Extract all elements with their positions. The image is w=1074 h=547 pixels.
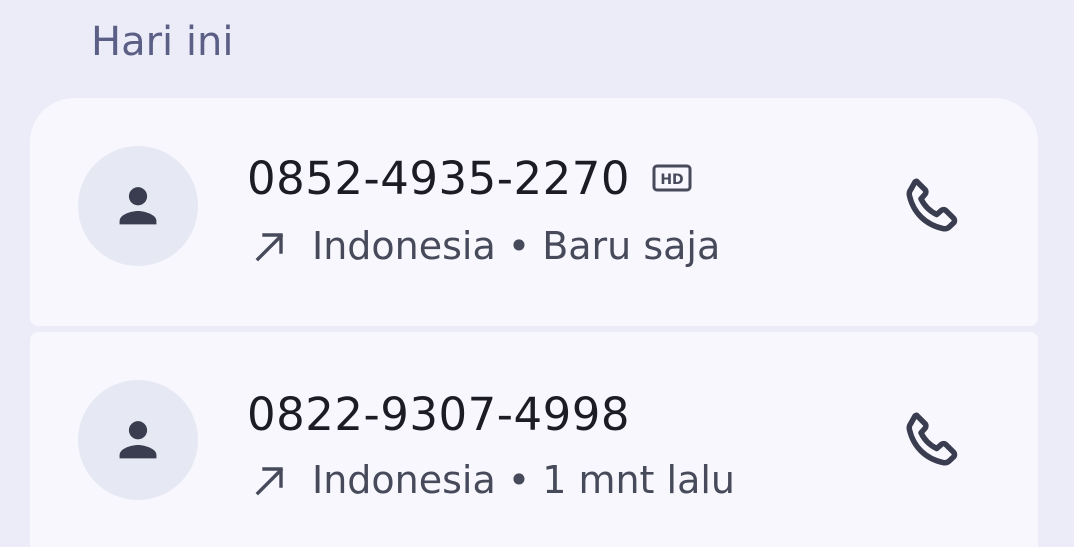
call-back-button[interactable] bbox=[892, 400, 972, 480]
call-log-item[interactable]: 0822-9307-4998 Indonesia • 1 mnt lalu bbox=[30, 332, 1038, 547]
avatar[interactable] bbox=[78, 380, 198, 500]
call-log-list: 0852-4935-2270 HD Indonesia • Baru saja bbox=[30, 98, 1038, 547]
caller-number: 0852-4935-2270 bbox=[247, 151, 631, 205]
person-icon bbox=[119, 187, 157, 225]
avatar[interactable] bbox=[78, 146, 198, 266]
caller-number: 0822-9307-4998 bbox=[247, 387, 631, 441]
separator-dot: • bbox=[507, 224, 531, 268]
call-time: Baru saja bbox=[542, 224, 721, 268]
phone-icon bbox=[906, 412, 958, 466]
outgoing-arrow-icon bbox=[255, 233, 284, 262]
outgoing-arrow-icon bbox=[255, 467, 284, 496]
call-details: Indonesia • Baru saja bbox=[250, 218, 720, 274]
call-location: Indonesia bbox=[312, 458, 496, 502]
caller-number-row: 0822-9307-4998 bbox=[247, 384, 630, 444]
call-details: Indonesia • 1 mnt lalu bbox=[250, 452, 735, 508]
call-time: 1 mnt lalu bbox=[542, 458, 736, 502]
person-icon bbox=[119, 421, 157, 459]
caller-number-row: 0852-4935-2270 HD bbox=[247, 148, 692, 208]
call-log-item[interactable]: 0852-4935-2270 HD Indonesia • Baru saja bbox=[30, 98, 1038, 326]
hd-badge-icon: HD bbox=[652, 164, 692, 192]
call-location: Indonesia bbox=[312, 224, 496, 268]
phone-icon bbox=[906, 178, 958, 232]
section-header: Hari ini bbox=[91, 19, 234, 65]
separator-dot: • bbox=[507, 458, 531, 502]
call-back-button[interactable] bbox=[892, 166, 972, 246]
svg-text:HD: HD bbox=[660, 172, 683, 188]
